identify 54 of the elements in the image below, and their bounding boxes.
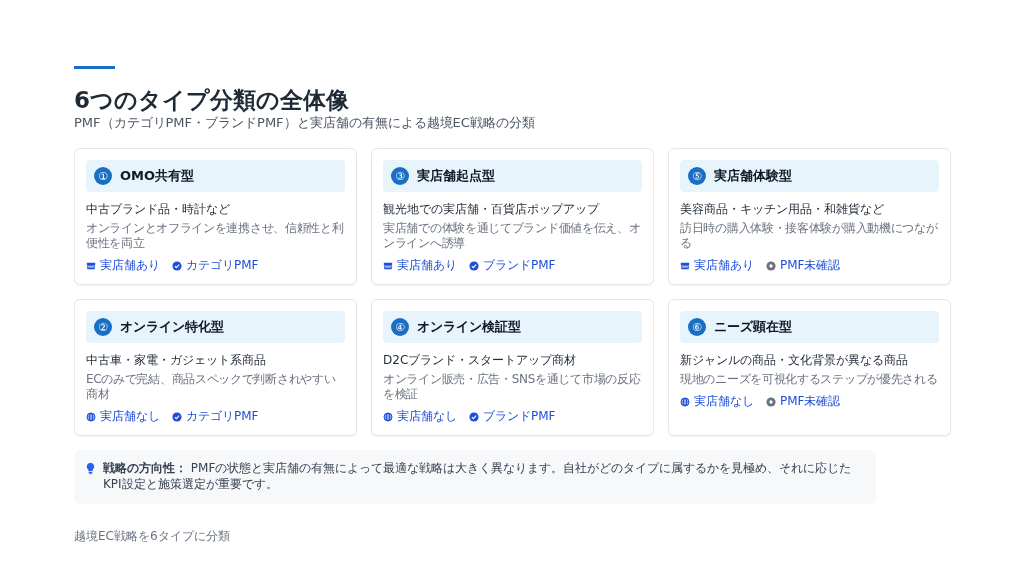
check-circle-icon xyxy=(172,260,182,271)
check-circle-icon xyxy=(172,411,182,422)
check-circle-icon xyxy=(469,411,479,422)
dot-circle-icon xyxy=(766,260,776,271)
description-text: 実店舗での体験を通じてブランド価値を伝え、オンラインへ誘導 xyxy=(383,221,642,251)
accent-bar xyxy=(74,66,115,69)
number-badge: ③ xyxy=(391,167,409,185)
type-name: 実店舗起点型 xyxy=(417,167,495,185)
description-text: 訪日時の購入体験・接客体験が購入動機につながる xyxy=(680,221,939,251)
example-text: D2Cブランド・スタートアップ商材 xyxy=(383,352,578,368)
number-badge: ⑥ xyxy=(688,318,706,336)
tag-label: 実店舗なし xyxy=(694,393,754,410)
tag-label: PMF未確認 xyxy=(780,393,841,410)
tag-label: 実店舗あり xyxy=(100,257,160,274)
tag-label: PMF未確認 xyxy=(780,257,841,274)
tag-label: ブランドPMF xyxy=(483,257,556,274)
type-name: 実店舗体験型 xyxy=(714,167,792,185)
type-name: OMO共有型 xyxy=(120,167,195,185)
example-text: 新ジャンルの商品・文化背景が異なる商品 xyxy=(680,352,909,368)
number-badge: ② xyxy=(94,318,112,336)
tag-label: カテゴリPMF xyxy=(186,257,259,274)
tag-label: カテゴリPMF xyxy=(186,408,259,425)
tag-label: 実店舗なし xyxy=(100,408,160,425)
globe-icon xyxy=(383,411,393,422)
tag-label: ブランドPMF xyxy=(483,408,556,425)
number-badge: ① xyxy=(94,167,112,185)
store-icon xyxy=(680,260,690,271)
type-name: ニーズ顕在型 xyxy=(714,318,792,336)
example-text: 中古車・家電・ガジェット系商品 xyxy=(86,352,267,368)
globe-icon xyxy=(86,411,96,422)
example-text: 中古ブランド品・時計など xyxy=(86,201,231,217)
check-circle-icon xyxy=(469,260,479,271)
number-badge: ⑤ xyxy=(688,167,706,185)
tag-label: 実店舗あり xyxy=(397,257,457,274)
footer-text: 越境EC戦略を6タイプに分類 xyxy=(74,528,231,545)
description-text: オンライン販売・広告・SNSを通じて市場の反応を検証 xyxy=(383,372,642,402)
tag-label: 実店舗あり xyxy=(694,257,754,274)
lightbulb-icon xyxy=(86,462,95,475)
description-text: オンラインとオフラインを連携させ、信頼性と利便性を両立 xyxy=(86,221,345,251)
tag-label: 実店舗なし xyxy=(397,408,457,425)
page-title: 6つのタイプ分類の全体像 xyxy=(74,86,350,114)
description-text: ECのみで完結、商品スペックで判断されやすい商材 xyxy=(86,372,337,402)
dot-circle-icon xyxy=(766,396,776,407)
store-icon xyxy=(86,260,96,271)
example-text: 観光地での実店舗・百貨店ポップアップ xyxy=(383,201,601,217)
type-name: オンライン検証型 xyxy=(417,318,521,336)
note-text: 戦略の方向性： PMFの状態と実店舗の有無によって最適な戦略は大きく異なります。自社がどのタイプに属するかを見極め、それに応じたKPI設定と施策選定が重要です。 xyxy=(103,460,853,492)
number-badge: ④ xyxy=(391,318,409,336)
page-subtitle: PMF（カテゴリPMF・ブランドPMF）と実店舗の有無による越境EC戦略の分類 xyxy=(74,114,536,132)
globe-icon xyxy=(680,396,690,407)
description-text: 現地のニーズを可視化するステップが優先される xyxy=(680,372,939,387)
example-text: 美容商品・キッチン用品・和雑貨など xyxy=(680,201,885,217)
type-name: オンライン特化型 xyxy=(120,318,224,336)
store-icon xyxy=(383,260,393,271)
